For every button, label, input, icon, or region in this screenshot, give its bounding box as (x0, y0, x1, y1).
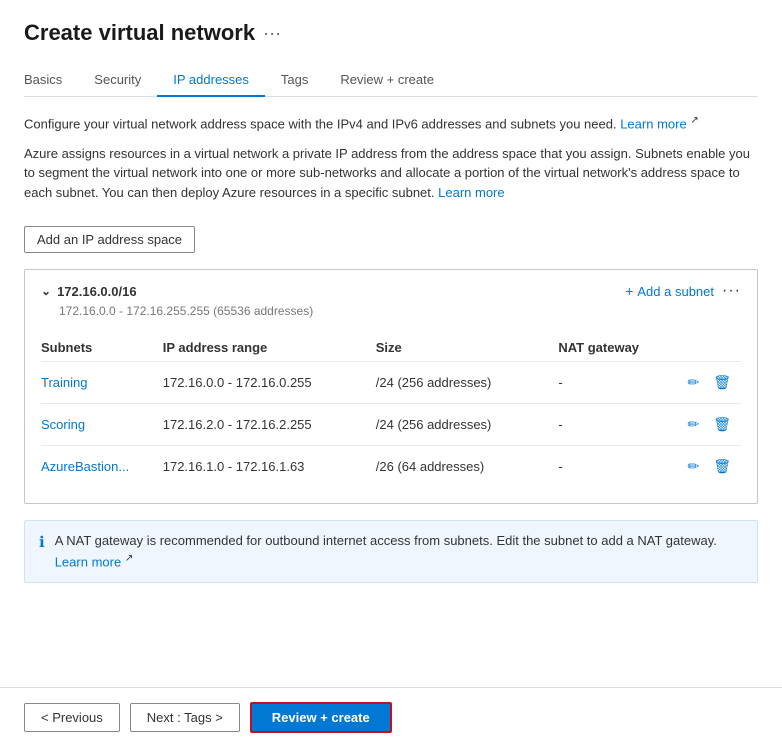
plus-icon: + (625, 283, 633, 299)
row-actions-scoring: ✏ 🗑 (680, 414, 733, 435)
edit-training-button[interactable]: ✏ (685, 372, 701, 393)
info-circle-icon: ℹ (39, 532, 45, 555)
add-ip-space-button[interactable]: Add an IP address space (24, 226, 195, 253)
external-icon-1: ↗ (690, 115, 698, 126)
subnet-nat-azurebastion: - (558, 446, 680, 488)
subnet-table: Subnets IP address range Size NAT gatewa… (41, 334, 741, 487)
subnet-ip-training: 172.16.0.0 - 172.16.0.255 (163, 362, 376, 404)
info-line-2: Azure assigns resources in a virtual net… (24, 144, 758, 203)
delete-scoring-button[interactable]: 🗑 (711, 414, 733, 435)
row-actions-azurebastion: ✏ 🗑 (680, 456, 733, 477)
nat-external-icon: ↗ (125, 553, 133, 564)
ip-space-header: ⌄ 172.16.0.0/16 + Add a subnet ··· (41, 282, 741, 300)
previous-button[interactable]: < Previous (24, 703, 120, 732)
subnet-size-azurebastion: /26 (64 addresses) (376, 446, 559, 488)
learn-more-link-2[interactable]: Learn more (438, 185, 504, 200)
delete-training-button[interactable]: 🗑 (711, 372, 733, 393)
col-header-nat: NAT gateway (558, 334, 680, 362)
add-subnet-label: Add a subnet (637, 284, 714, 299)
ip-space-container: ⌄ 172.16.0.0/16 + Add a subnet ··· 172.1… (24, 269, 758, 504)
title-options-icon[interactable]: ··· (263, 23, 281, 44)
info-line-1: Configure your virtual network address s… (24, 113, 758, 134)
col-header-actions (680, 334, 741, 362)
ip-space-actions: + Add a subnet ··· (625, 282, 741, 300)
footer-bar: < Previous Next : Tags > Review + create (0, 687, 782, 747)
tab-security[interactable]: Security (78, 64, 157, 97)
subnet-name-training[interactable]: Training (41, 375, 87, 390)
nat-learn-more-link[interactable]: Learn more (55, 554, 121, 569)
ip-space-more-icon[interactable]: ··· (722, 282, 741, 300)
subnet-size-training: /24 (256 addresses) (376, 362, 559, 404)
add-subnet-button[interactable]: + Add a subnet (625, 283, 714, 299)
table-row: AzureBastion... 172.16.1.0 - 172.16.1.63… (41, 446, 741, 488)
table-row: Scoring 172.16.2.0 - 172.16.2.255 /24 (2… (41, 404, 741, 446)
next-button[interactable]: Next : Tags > (130, 703, 240, 732)
tab-bar: Basics Security IP addresses Tags Review… (24, 64, 758, 97)
learn-more-link-1[interactable]: Learn more (620, 116, 686, 131)
ip-space-cidr: 172.16.0.0/16 (57, 284, 137, 299)
chevron-down-icon: ⌄ (41, 284, 51, 298)
edit-azurebastion-button[interactable]: ✏ (685, 456, 701, 477)
subnet-ip-scoring: 172.16.2.0 - 172.16.2.255 (163, 404, 376, 446)
tab-basics[interactable]: Basics (24, 64, 78, 97)
tab-tags[interactable]: Tags (265, 64, 324, 97)
tab-ip-addresses[interactable]: IP addresses (157, 64, 265, 97)
edit-scoring-button[interactable]: ✏ (685, 414, 701, 435)
row-actions-training: ✏ 🗑 (680, 372, 733, 393)
subnet-name-azurebastion[interactable]: AzureBastion... (41, 459, 129, 474)
subnet-name-scoring[interactable]: Scoring (41, 417, 85, 432)
col-header-subnets: Subnets (41, 334, 163, 362)
col-header-ip: IP address range (163, 334, 376, 362)
subnet-size-scoring: /24 (256 addresses) (376, 404, 559, 446)
delete-azurebastion-button[interactable]: 🗑 (711, 456, 733, 477)
nat-notice-text: A NAT gateway is recommended for outboun… (55, 531, 743, 571)
tab-review-create[interactable]: Review + create (324, 64, 450, 97)
subnet-ip-azurebastion: 172.16.1.0 - 172.16.1.63 (163, 446, 376, 488)
review-create-button[interactable]: Review + create (250, 702, 392, 733)
subnet-nat-training: - (558, 362, 680, 404)
nat-notice: ℹ A NAT gateway is recommended for outbo… (24, 520, 758, 582)
col-header-size: Size (376, 334, 559, 362)
ip-range-label: 172.16.0.0 - 172.16.255.255 (65536 addre… (59, 304, 741, 318)
table-row: Training 172.16.0.0 - 172.16.0.255 /24 (… (41, 362, 741, 404)
page-title: Create virtual network (24, 20, 255, 46)
subnet-nat-scoring: - (558, 404, 680, 446)
